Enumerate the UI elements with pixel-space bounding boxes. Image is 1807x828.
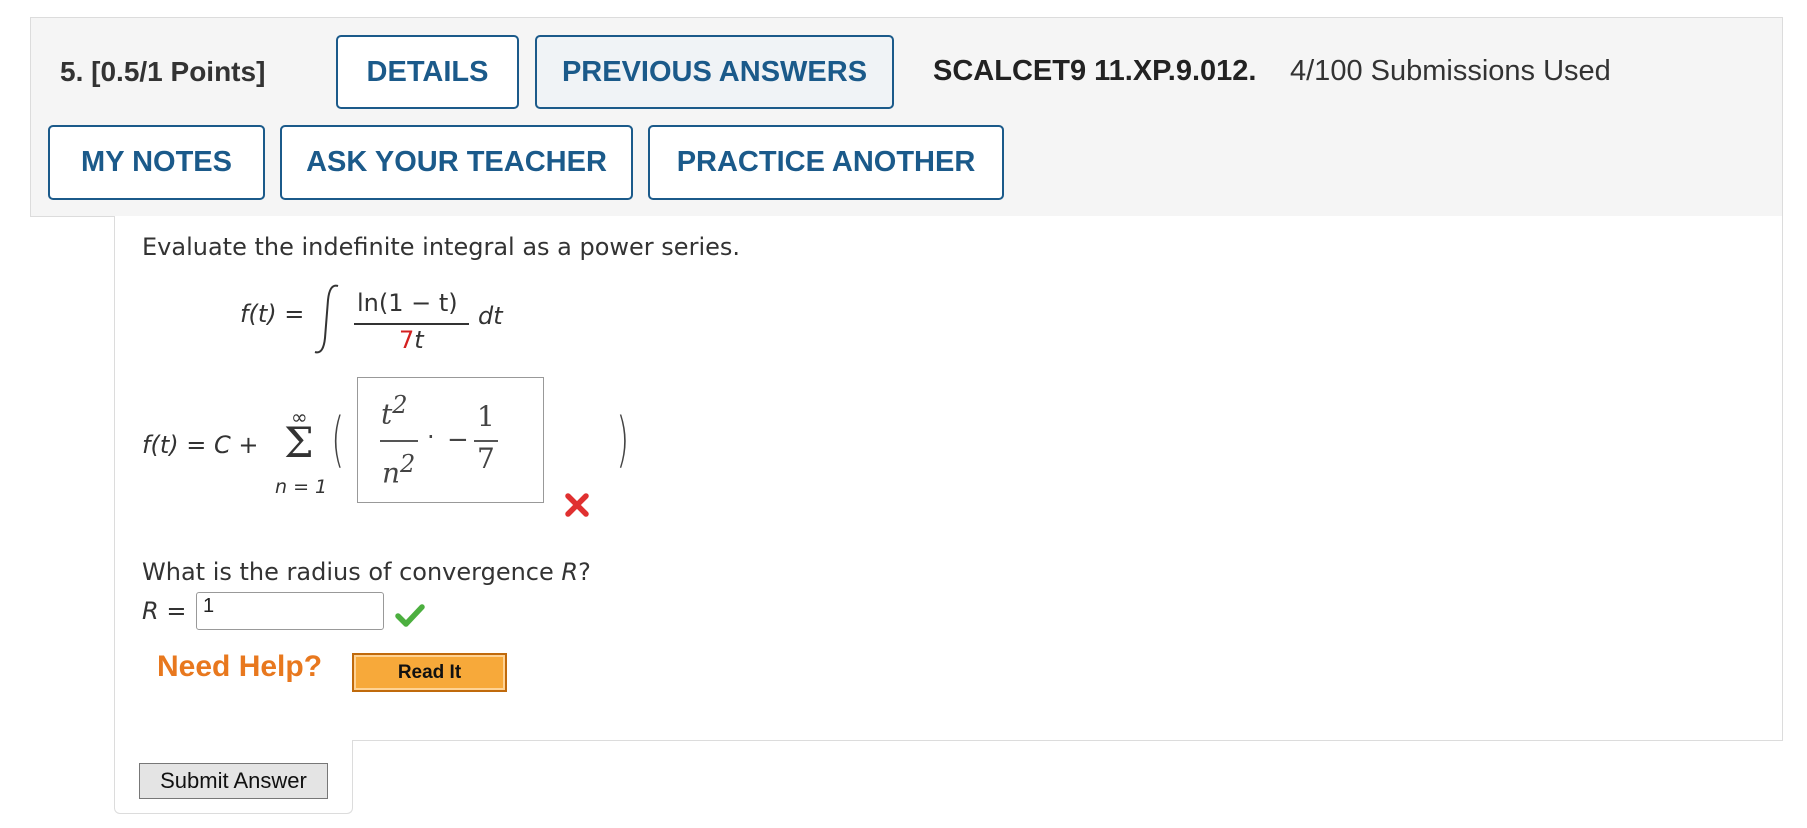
answer-dot-operator: · — [427, 423, 435, 451]
answer-numerator-2: 1 — [477, 400, 495, 433]
ask-your-teacher-button[interactable]: ASK YOUR TEACHER — [280, 125, 633, 200]
radius-input[interactable]: 1 — [196, 592, 384, 630]
series-lhs: f(t) = C + — [142, 431, 259, 459]
den1-base: n — [382, 456, 401, 490]
radius-prompt-suffix: ? — [578, 558, 591, 586]
submit-answer-button[interactable]: Submit Answer — [139, 763, 328, 799]
question-points: 5. [0.5/1 Points] — [60, 56, 265, 88]
den1-exponent: 2 — [400, 450, 416, 478]
differential: dt — [478, 302, 503, 330]
radius-prompt-var: R — [561, 558, 579, 586]
integrand-fraction-bar — [354, 323, 469, 325]
check-mark-icon — [395, 604, 425, 627]
need-help-label: Need Help? — [157, 650, 323, 683]
answer-minus-sign: − — [447, 425, 469, 455]
question-prompt: Evaluate the indefinite integral as a po… — [142, 233, 741, 261]
read-it-button[interactable]: Read It — [352, 653, 507, 692]
previous-answers-button[interactable]: PREVIOUS ANSWERS — [535, 35, 894, 109]
radius-label-equals: = — [166, 597, 187, 625]
integrand-denominator: 7t — [399, 326, 424, 354]
integral-lhs: f(t) = — [240, 300, 305, 328]
denominator-variable: t — [414, 326, 424, 354]
radius-prompt-text: What is the radius of convergence — [142, 558, 562, 586]
answer-denominator-2: 7 — [477, 442, 495, 475]
points-label: [0.5/1 Points] — [91, 56, 266, 87]
open-paren: ( — [331, 405, 345, 475]
radius-prompt: What is the radius of convergence R? — [142, 558, 591, 586]
sum-lower-limit: n = 1 — [275, 476, 328, 498]
answer-denominator-1: n2 — [382, 450, 415, 489]
x-mark-icon — [565, 493, 589, 517]
denominator-coefficient: 7 — [399, 326, 415, 354]
assignment-code: SCALCET9 11.XP.9.012. — [933, 55, 1257, 87]
answer-numerator-1: t2 — [381, 391, 408, 430]
details-button[interactable]: DETAILS — [336, 35, 519, 109]
radius-label-var: R — [142, 597, 159, 625]
my-notes-button[interactable]: MY NOTES — [48, 125, 265, 200]
radius-label: R = — [142, 597, 186, 625]
integral-sign — [314, 284, 339, 354]
practice-another-button[interactable]: PRACTICE ANOTHER — [648, 125, 1004, 200]
integrand-numerator: ln(1 − t) — [357, 289, 458, 317]
answer-fraction-bar-1 — [380, 440, 418, 442]
sum-symbol: Σ — [284, 418, 314, 467]
num1-base: t — [381, 397, 393, 431]
close-paren: ) — [616, 405, 630, 475]
submissions-used: 4/100 Submissions Used — [1290, 55, 1611, 87]
question-number: 5. — [60, 56, 84, 87]
num1-exponent: 2 — [392, 391, 408, 419]
